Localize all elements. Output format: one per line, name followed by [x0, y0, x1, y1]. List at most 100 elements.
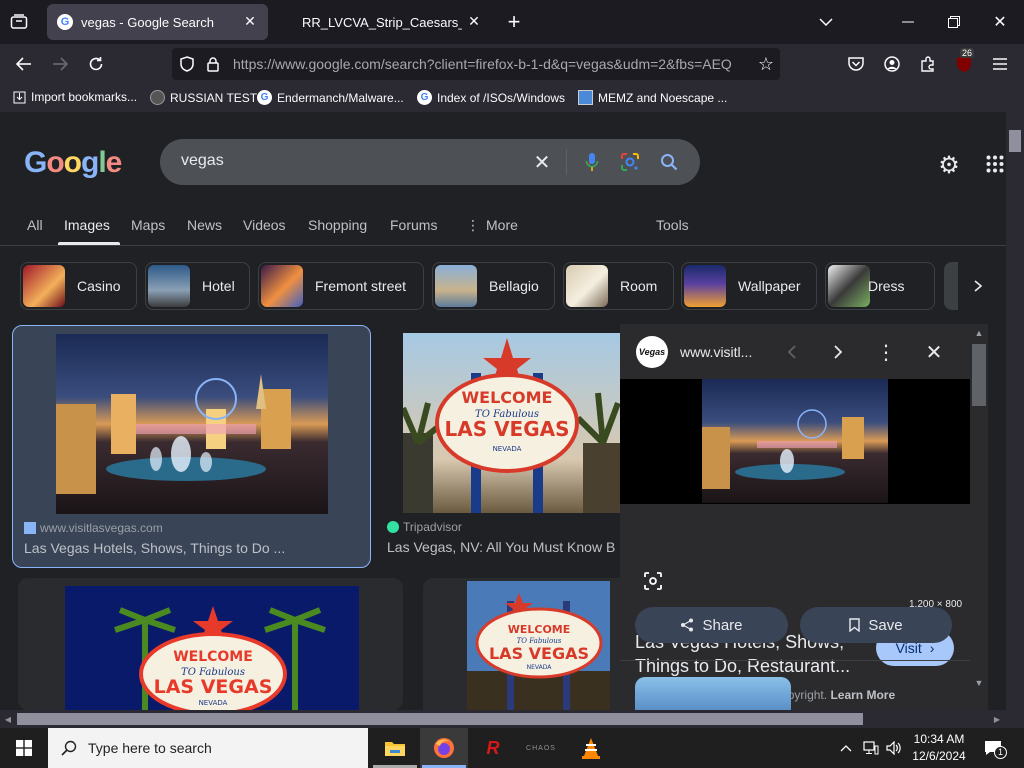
restore-icon[interactable]: [944, 12, 964, 32]
close-panel-icon[interactable]: ✕: [922, 340, 946, 364]
extensions-puzzle-icon[interactable]: [918, 54, 938, 74]
panel-site-name[interactable]: www.visitl...: [680, 344, 752, 360]
tracking-protection-shield-icon[interactable]: [178, 55, 196, 73]
panel-more-options-icon[interactable]: ⋮: [874, 340, 898, 364]
preview-image-vegas-strip[interactable]: [702, 379, 888, 503]
file-explorer-taskbar-button[interactable]: [371, 728, 419, 768]
result-title[interactable]: Las Vegas Hotels, Shows, Things to Do ..…: [24, 540, 285, 556]
clear-search-icon[interactable]: ✕: [531, 151, 553, 174]
scroll-left-icon[interactable]: ◀: [3, 714, 13, 724]
chip-hotel[interactable]: Hotel: [145, 262, 250, 310]
tab-rr-lvcva[interactable]: RR_LVCVA_Strip_Caesars_Bellag ✕: [292, 4, 488, 40]
back-icon[interactable]: [14, 54, 34, 74]
close-tab-icon[interactable]: ✕: [242, 13, 258, 29]
image-result-sign-day[interactable]: WELCOME TO Fabulous LAS VEGAS NEVADA: [423, 578, 620, 710]
image-result-visitlasvegas[interactable]: www.visitlasvegas.com Las Vegas Hotels, …: [12, 325, 371, 568]
show-hidden-icons-chevron-icon[interactable]: [838, 740, 854, 756]
search-icon[interactable]: [658, 151, 680, 173]
settings-gear-icon[interactable]: ⚙: [936, 152, 962, 179]
tab-videos[interactable]: Videos: [243, 217, 286, 233]
chips-scroll-right-icon[interactable]: [966, 274, 990, 298]
previous-image-icon[interactable]: [780, 340, 804, 364]
close-window-icon[interactable]: ✕: [990, 12, 1010, 32]
notifications-icon[interactable]: 1: [982, 738, 1007, 759]
tab-all[interactable]: All: [27, 217, 43, 233]
close-tab-icon[interactable]: ✕: [466, 13, 482, 29]
tab-forums[interactable]: Forums: [390, 217, 437, 233]
chip-partial[interactable]: [944, 262, 958, 310]
tab-google-search[interactable]: G vegas - Google Search ✕: [47, 4, 268, 40]
bookmark-memz[interactable]: MEMZ and Noescape ...: [578, 90, 727, 105]
vlc-taskbar-button[interactable]: [567, 728, 615, 768]
firefox-taskbar-button[interactable]: [420, 728, 468, 768]
microphone-icon[interactable]: [581, 150, 603, 174]
hamburger-menu-icon[interactable]: [990, 54, 1010, 74]
image-result-tripadvisor[interactable]: WELCOME TO Fabulous LAS VEGAS NEVADA Tri…: [380, 325, 620, 568]
app-r-taskbar-button[interactable]: R: [469, 728, 517, 768]
chip-casino[interactable]: Casino: [20, 262, 137, 310]
horizontal-scrollbar-thumb[interactable]: [17, 713, 863, 725]
ublock-extension-icon[interactable]: 26: [954, 48, 975, 74]
page-vertical-scrollbar[interactable]: [1006, 112, 1024, 728]
lock-icon[interactable]: [204, 55, 222, 73]
result-image-sign-night[interactable]: WELCOME TO Fabulous LAS VEGAS NEVADA: [65, 586, 359, 710]
chip-dress[interactable]: Dress: [825, 262, 935, 310]
share-button[interactable]: Share: [635, 607, 788, 643]
account-icon[interactable]: [882, 54, 902, 74]
bookmark-import[interactable]: Import bookmarks...: [12, 90, 137, 104]
search-input[interactable]: vegas: [181, 152, 224, 170]
vertical-scrollbar-thumb[interactable]: [1009, 130, 1021, 152]
tools-button[interactable]: Tools: [656, 217, 689, 233]
google-doodle-logo[interactable]: Google: [24, 146, 122, 180]
result-source[interactable]: www.visitlasvegas.com: [24, 521, 163, 535]
tab-news[interactable]: News: [187, 217, 222, 233]
tab-shopping[interactable]: Shopping: [308, 217, 367, 233]
bookmark-russian-test[interactable]: RUSSIAN TEST: [150, 90, 257, 105]
bookmark-endermanch[interactable]: G Endermanch/Malware...: [257, 90, 404, 105]
save-button[interactable]: Save: [800, 607, 952, 643]
result-image-vegas-strip[interactable]: [56, 334, 328, 514]
taskbar-search-box[interactable]: Type here to search: [48, 728, 368, 768]
tab-maps[interactable]: Maps: [131, 217, 165, 233]
site-logo-icon[interactable]: Vegas: [636, 336, 668, 368]
page-horizontal-scrollbar[interactable]: ◀ ▶: [0, 710, 1006, 728]
panel-scroll-up-icon[interactable]: ▲: [972, 328, 986, 338]
related-image-thumbnail[interactable]: [635, 677, 791, 710]
volume-icon[interactable]: [885, 739, 903, 757]
tab-more[interactable]: ⋮ More: [466, 217, 518, 234]
chip-fremont-street[interactable]: Fremont street: [258, 262, 424, 310]
result-title[interactable]: Las Vegas, NV: All You Must Know B: [387, 539, 620, 555]
learn-more-link[interactable]: Learn More: [830, 688, 895, 702]
panel-scroll-down-icon[interactable]: ▼: [972, 678, 986, 688]
scroll-right-icon[interactable]: ▶: [992, 714, 1002, 724]
bookmark-isos[interactable]: G Index of /ISOs/Windows: [417, 90, 565, 105]
image-result-sign-night[interactable]: WELCOME TO Fabulous LAS VEGAS NEVADA: [18, 578, 403, 710]
chaos-taskbar-button[interactable]: CHAOS: [517, 728, 565, 768]
search-inside-image-icon[interactable]: [642, 570, 664, 592]
google-apps-icon[interactable]: [986, 155, 1004, 173]
minimize-icon[interactable]: [898, 12, 918, 32]
next-image-icon[interactable]: [826, 340, 850, 364]
google-lens-icon[interactable]: [619, 151, 641, 173]
chip-room[interactable]: Room: [563, 262, 674, 310]
panel-scrollbar-thumb[interactable]: [972, 344, 986, 406]
result-image-welcome-sign[interactable]: WELCOME TO Fabulous LAS VEGAS NEVADA: [403, 333, 620, 513]
bookmark-star-icon[interactable]: ☆: [756, 54, 776, 74]
chip-bellagio[interactable]: Bellagio: [432, 262, 555, 310]
new-tab-icon[interactable]: +: [504, 9, 524, 34]
start-button[interactable]: [0, 728, 48, 768]
tab-images[interactable]: Images: [64, 217, 110, 233]
url-bar[interactable]: https://www.google.com/search?client=fir…: [172, 48, 780, 80]
network-icon[interactable]: [862, 739, 880, 757]
list-all-tabs-icon[interactable]: [816, 12, 836, 32]
reload-icon[interactable]: [86, 54, 106, 74]
pocket-icon[interactable]: [846, 54, 866, 74]
url-text[interactable]: https://www.google.com/search?client=fir…: [233, 56, 745, 72]
tab-list-icon[interactable]: [8, 12, 30, 32]
forward-icon[interactable]: [50, 54, 70, 74]
clock[interactable]: 10:34 AM 12/6/2024: [908, 731, 970, 765]
result-image-sign-day[interactable]: WELCOME TO Fabulous LAS VEGAS NEVADA: [467, 581, 610, 710]
result-source[interactable]: Tripadvisor: [387, 520, 462, 534]
search-box[interactable]: vegas ✕: [160, 139, 700, 185]
chip-wallpaper[interactable]: Wallpaper: [681, 262, 817, 310]
